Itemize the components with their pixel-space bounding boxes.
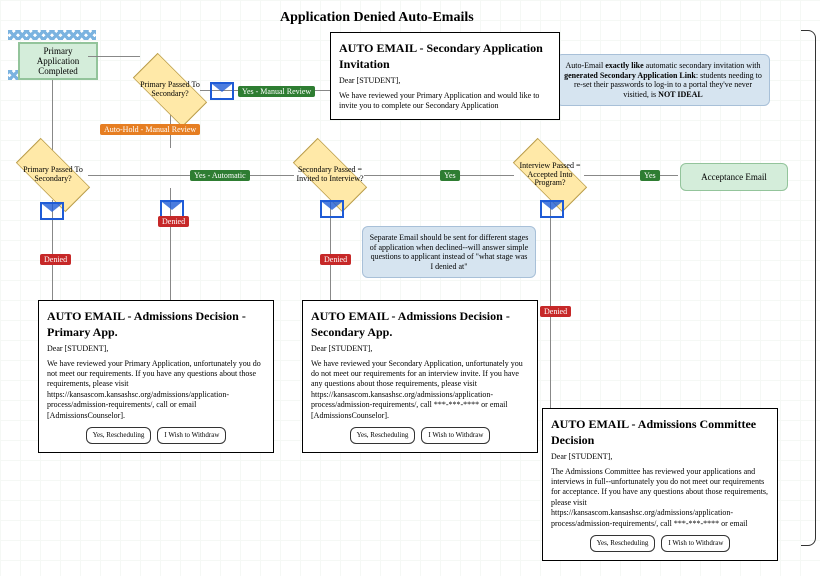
mail-icon xyxy=(540,200,564,218)
conn xyxy=(88,56,140,57)
email-greeting: Dear [STUDENT], xyxy=(311,344,529,354)
btn-withdraw[interactable]: I Wish to Withdraw xyxy=(157,427,226,444)
bracket-right xyxy=(801,30,816,546)
email-greeting: Dear [STUDENT], xyxy=(47,344,265,354)
decision-primary-secondary-left: Primary Passed To Secondary? xyxy=(18,150,88,200)
conn xyxy=(364,175,514,176)
btn-withdraw[interactable]: I Wish to Withdraw xyxy=(421,427,490,444)
note-ideal: Auto-Email exactly like automatic second… xyxy=(556,54,770,106)
email-body: We have reviewed your Primary Applicatio… xyxy=(47,359,265,421)
tag-yes-auto: Yes - Automatic xyxy=(190,170,250,181)
email-greeting: Dear [STUDENT], xyxy=(551,452,769,462)
tag-auto-hold: Auto-Hold - Manual Review xyxy=(100,124,200,135)
acceptance-node: Acceptance Email xyxy=(680,163,788,191)
tag-denied-3: Denied xyxy=(320,254,351,265)
btn-reschedule[interactable]: Yes, Rescheduling xyxy=(350,427,416,444)
tag-denied-2: Denied xyxy=(158,216,189,227)
decision-primary-secondary-top: Primary Passed To Secondary? xyxy=(135,65,205,115)
tag-yes-2: Yes xyxy=(640,170,660,181)
email-body: We have reviewed your Secondary Applicat… xyxy=(311,359,529,421)
mail-icon xyxy=(40,202,64,220)
email-secondary-decision: AUTO EMAIL - Admissions Decision - Secon… xyxy=(302,300,538,453)
mail-icon xyxy=(320,200,344,218)
decision-interview-accepted: Interview Passed = Accepted Into Program… xyxy=(515,150,585,200)
tag-yes-1: Yes xyxy=(440,170,460,181)
conn xyxy=(550,200,551,408)
hatch-top xyxy=(8,30,96,40)
start-node: Primary Application Completed xyxy=(18,42,98,80)
conn xyxy=(584,175,678,176)
decision-secondary-interview: Secondary Passed = Invited to Interview? xyxy=(295,150,365,200)
note-stages: Separate Email should be sent for differ… xyxy=(362,226,536,278)
tag-yes-manual: Yes - Manual Review xyxy=(238,86,315,97)
email-body: The Admissions Committee has reviewed yo… xyxy=(551,467,769,529)
btn-withdraw[interactable]: I Wish to Withdraw xyxy=(661,535,730,552)
mail-icon xyxy=(210,82,234,100)
email-heading: AUTO EMAIL - Admissions Decision - Secon… xyxy=(311,309,529,340)
conn xyxy=(52,80,53,155)
email-primary-decision: AUTO EMAIL - Admissions Decision - Prima… xyxy=(38,300,274,453)
email-heading: AUTO EMAIL - Admissions Committee Decisi… xyxy=(551,417,769,448)
page-title: Application Denied Auto-Emails xyxy=(280,10,474,26)
email-secondary-invite: AUTO EMAIL - Secondary Application Invit… xyxy=(330,32,560,120)
email-heading: AUTO EMAIL - Admissions Decision - Prima… xyxy=(47,309,265,340)
tag-denied-4: Denied xyxy=(540,306,571,317)
tag-denied-1: Denied xyxy=(40,254,71,265)
btn-reschedule[interactable]: Yes, Rescheduling xyxy=(86,427,152,444)
email-heading: AUTO EMAIL - Secondary Application Invit… xyxy=(339,41,551,72)
email-committee-decision: AUTO EMAIL - Admissions Committee Decisi… xyxy=(542,408,778,561)
btn-reschedule[interactable]: Yes, Rescheduling xyxy=(590,535,656,552)
email-body: We have reviewed your Primary Applicatio… xyxy=(339,91,551,112)
email-greeting: Dear [STUDENT], xyxy=(339,76,551,86)
